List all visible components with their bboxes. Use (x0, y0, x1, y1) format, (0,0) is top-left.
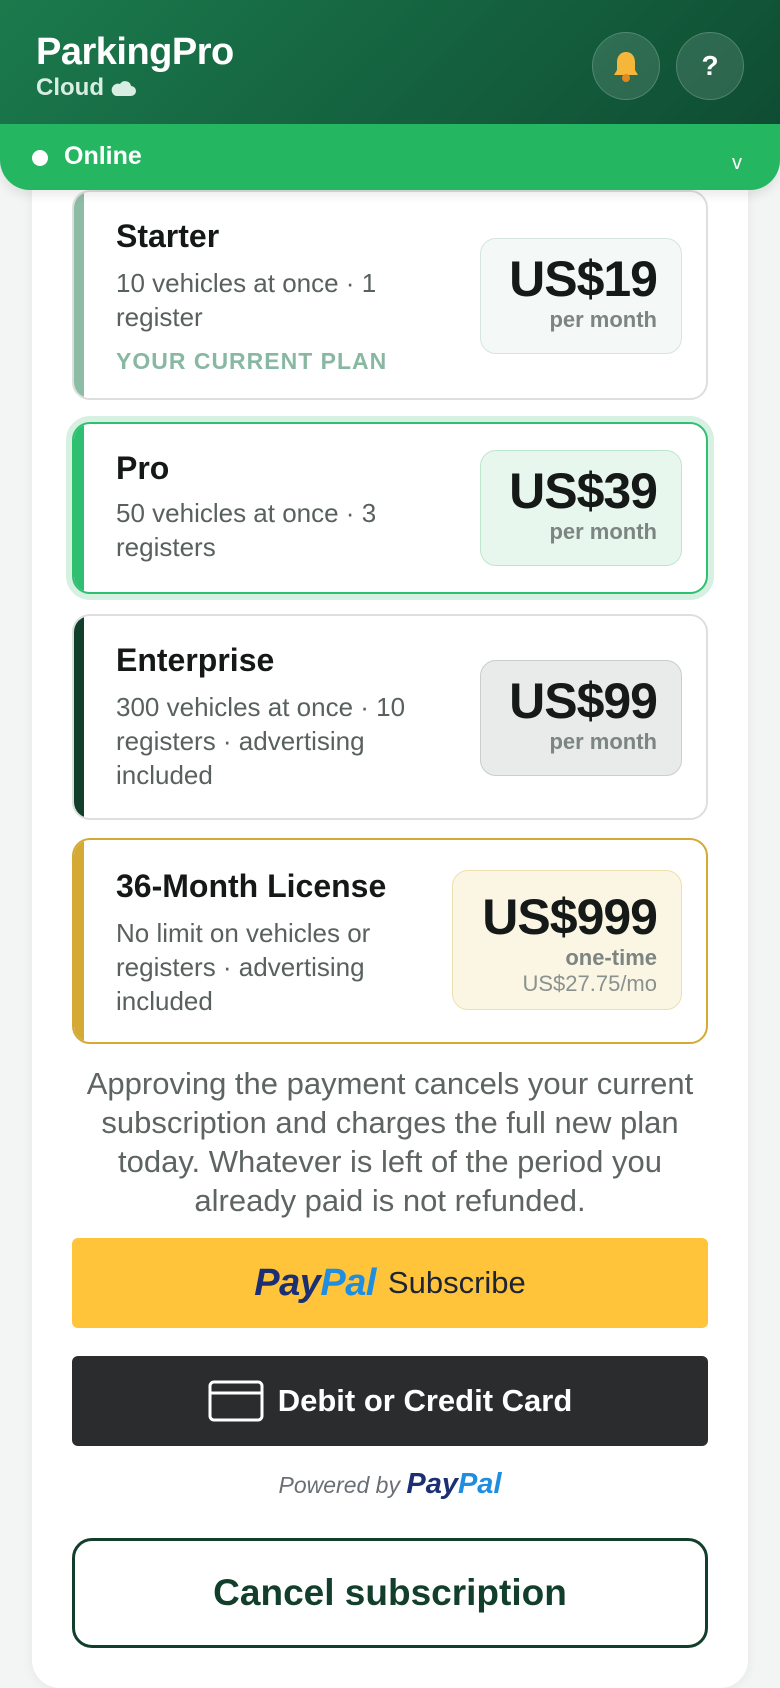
question-mark-icon: ? (701, 50, 719, 81)
notifications-button[interactable] (592, 32, 660, 100)
app-subtitle-text: Cloud (36, 74, 104, 101)
bell-icon (614, 52, 638, 82)
paypal-action-label: Subscribe (387, 1265, 526, 1300)
plan-name: 36-Month License (116, 868, 387, 904)
price-box: US$39 per month (480, 450, 682, 566)
payment-notice: Approving the payment cancels your curre… (86, 1066, 694, 1218)
plan-card-36-month-license[interactable]: 36-Month License No limit on vehicles or… (72, 838, 708, 1044)
powered-by-paypal: Powered by PayPal (72, 1468, 708, 1501)
brand: ParkingPro Cloud (36, 30, 234, 102)
app-header: ParkingPro Cloud ? (0, 0, 780, 124)
plan-price: US$39 (509, 463, 658, 519)
paypal-logo-part1: Pay (254, 1261, 321, 1304)
card-payment-button[interactable]: Debit or Credit Card (72, 1356, 708, 1446)
price-box: US$99 per month (480, 660, 682, 776)
current-plan-badge: YOUR CURRENT PLAN (116, 348, 388, 374)
plan-price: US$99 (509, 673, 658, 729)
status-dot-icon (32, 150, 48, 166)
plan-accent (74, 192, 84, 398)
paypal-subscribe-button[interactable]: PayPal Subscribe (72, 1238, 708, 1328)
paypal-logo-small-part1: Pay (406, 1468, 458, 1500)
plan-accent (74, 424, 84, 592)
plan-card-pro[interactable]: Pro 50 vehicles at once · 3 registers US… (72, 422, 708, 594)
plan-card-starter[interactable]: Starter 10 vehicles at once · 1 register… (72, 190, 708, 400)
plan-description: 50 vehicles at once · 3 registers (116, 498, 377, 562)
plan-name: Starter (116, 218, 220, 254)
plan-description: 10 vehicles at once · 1 register (116, 268, 377, 332)
plan-card-enterprise[interactable]: Enterprise 300 vehicles at once · 10 reg… (72, 614, 708, 820)
credit-card-icon (208, 1380, 264, 1422)
app-subtitle: Cloud (36, 74, 234, 102)
plan-description: 300 vehicles at once · 10 registers · ad… (116, 692, 406, 790)
paypal-logo-part2: Pal (320, 1261, 376, 1304)
app-title: ParkingPro (36, 31, 234, 73)
price-box: US$19 per month (480, 238, 682, 354)
connection-status-bar[interactable]: Online v (0, 124, 780, 190)
chevron-down-icon: v (732, 152, 742, 174)
plan-monthly-equivalent: US$27.75/mo (522, 971, 657, 996)
plan-accent (74, 840, 84, 1042)
paypal-logo: PayPal (254, 1262, 376, 1305)
plan-name: Pro (116, 450, 170, 486)
powered-by-text: Powered by (278, 1472, 400, 1498)
plan-accent (74, 616, 84, 818)
plan-price: US$19 (509, 251, 658, 307)
cancel-subscription-button[interactable]: Cancel subscription (72, 1538, 708, 1648)
cloud-icon (110, 81, 136, 96)
plan-period: one-time (565, 945, 657, 970)
plan-period: per month (549, 729, 657, 754)
plan-description: No limit on vehicles or registers · adve… (116, 918, 371, 1016)
plan-period: per month (549, 307, 657, 332)
help-button[interactable]: ? (676, 32, 744, 100)
plan-period: per month (549, 519, 657, 544)
price-box: US$999 one-time US$27.75/mo (452, 870, 682, 1010)
status-label: Online (64, 142, 142, 170)
plan-price: US$999 (482, 889, 658, 945)
paypal-logo-small-part2: Pal (457, 1468, 502, 1500)
plan-name: Enterprise (116, 642, 275, 678)
card-button-label: Debit or Credit Card (277, 1383, 573, 1418)
paypal-logo-small: PayPal (406, 1468, 501, 1500)
